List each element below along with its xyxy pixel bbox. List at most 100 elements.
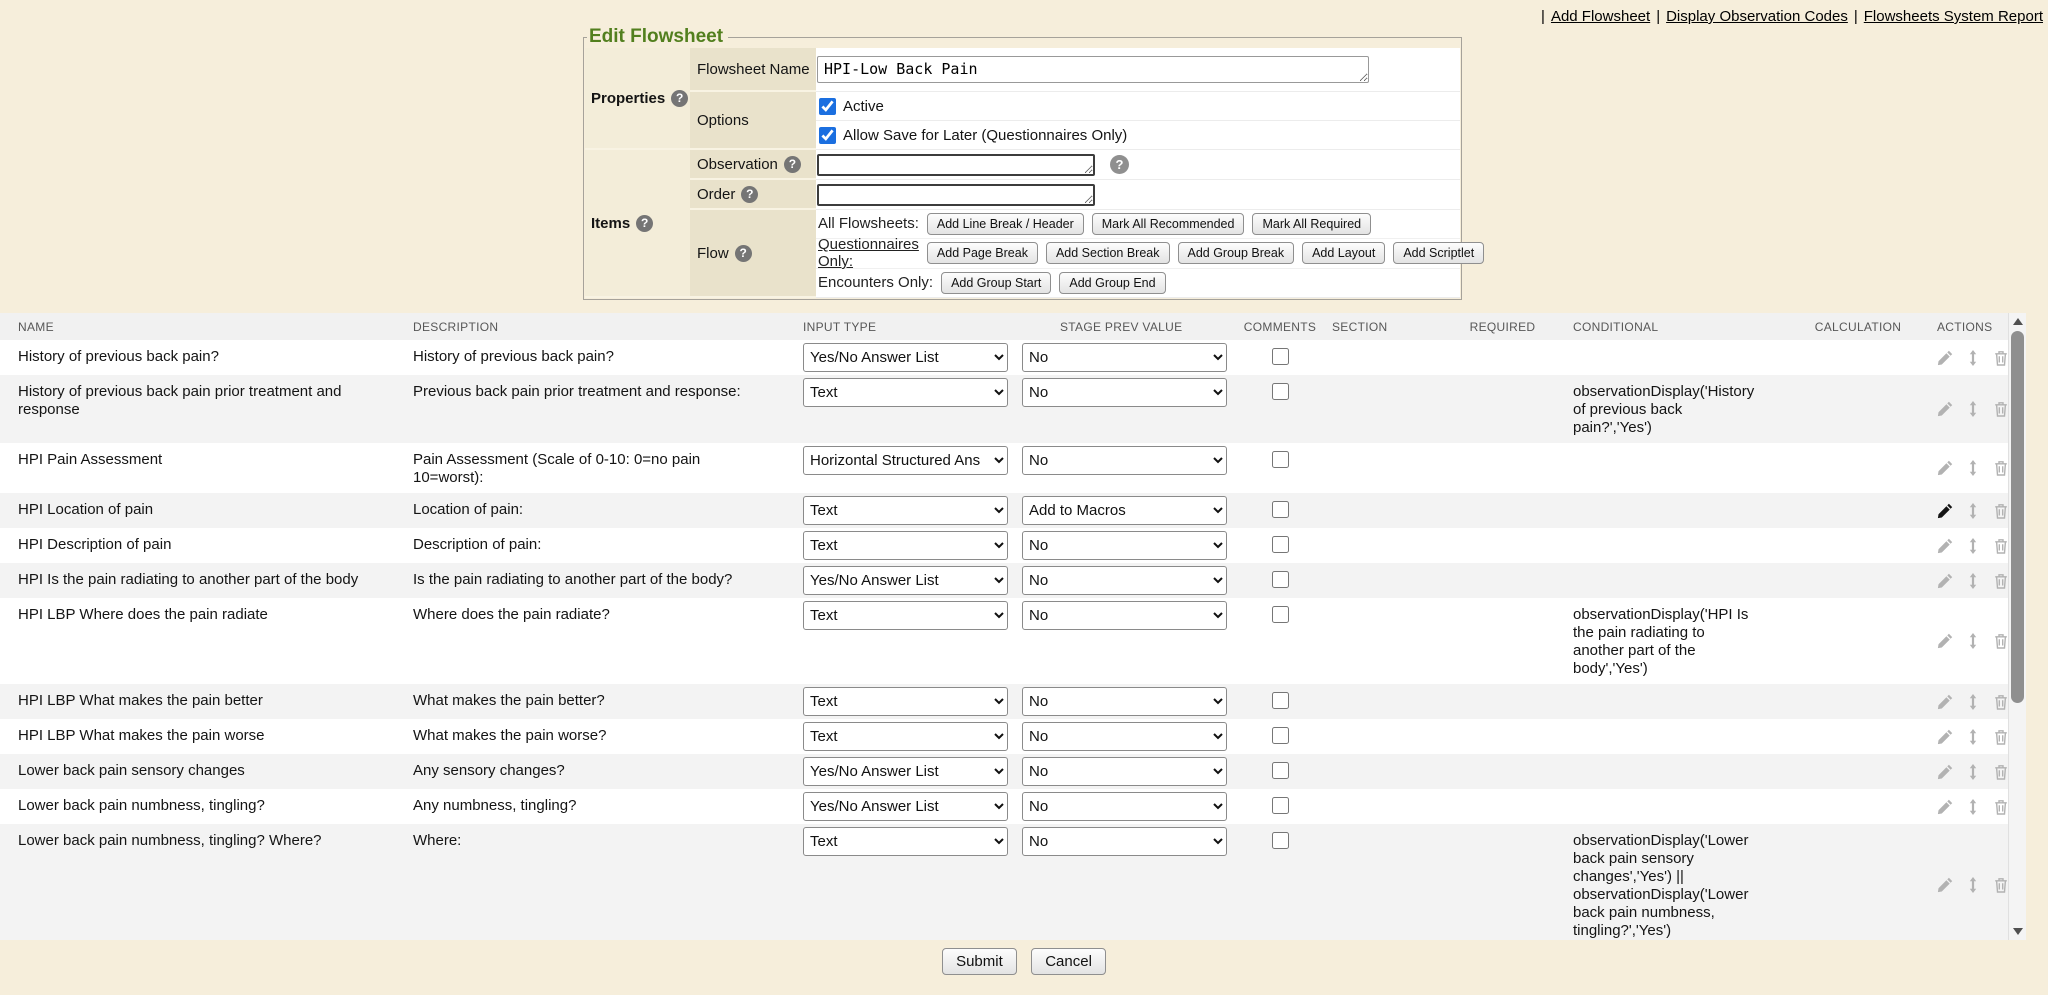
input-type-select[interactable]: Text <box>803 496 1008 525</box>
input-type-select[interactable]: Yes/No Answer List <box>803 792 1008 821</box>
input-type-select[interactable]: Yes/No Answer List <box>803 757 1008 786</box>
input-type-select[interactable]: Horizontal Structured Ans <box>803 446 1008 475</box>
allow-save-checkbox[interactable] <box>819 127 836 144</box>
stage-prev-value-select[interactable]: No <box>1022 827 1227 856</box>
move-icon[interactable] <box>1965 729 1981 745</box>
input-type-select[interactable]: Text <box>803 531 1008 560</box>
delete-icon[interactable] <box>1993 694 2009 710</box>
flow-action-button[interactable]: Add Scriptlet <box>1393 242 1484 264</box>
input-type-select[interactable]: Text <box>803 827 1008 856</box>
move-icon[interactable] <box>1965 460 1981 476</box>
stage-prev-value-select[interactable]: No <box>1022 446 1227 475</box>
stage-prev-value-select[interactable]: No <box>1022 378 1227 407</box>
edit-icon[interactable] <box>1937 460 1953 476</box>
stage-prev-value-select[interactable]: Add to Macros <box>1022 496 1227 525</box>
top-link[interactable]: Add Flowsheet <box>1551 8 1650 25</box>
comments-checkbox[interactable] <box>1272 536 1289 553</box>
delete-icon[interactable] <box>1993 401 2009 417</box>
help-icon[interactable]: ? <box>741 186 758 203</box>
stage-prev-value-select[interactable]: No <box>1022 566 1227 595</box>
scroll-up-button[interactable] <box>2009 313 2026 330</box>
edit-icon[interactable] <box>1937 764 1953 780</box>
comments-checkbox[interactable] <box>1272 383 1289 400</box>
input-type-select[interactable]: Text <box>803 601 1008 630</box>
scroll-down-button[interactable] <box>2009 923 2026 940</box>
delete-icon[interactable] <box>1993 538 2009 554</box>
order-input[interactable] <box>817 184 1095 206</box>
top-link[interactable]: Display Observation Codes <box>1666 8 1848 25</box>
comments-checkbox[interactable] <box>1272 727 1289 744</box>
edit-icon[interactable] <box>1937 401 1953 417</box>
move-icon[interactable] <box>1965 350 1981 366</box>
delete-icon[interactable] <box>1993 799 2009 815</box>
flow-action-button[interactable]: Add Group Start <box>941 272 1051 294</box>
flow-action-button[interactable]: Add Section Break <box>1046 242 1170 264</box>
stage-prev-value-select[interactable]: No <box>1022 792 1227 821</box>
edit-icon[interactable] <box>1937 350 1953 366</box>
delete-icon[interactable] <box>1993 503 2009 519</box>
help-icon[interactable]: ? <box>1110 155 1129 174</box>
delete-icon[interactable] <box>1993 350 2009 366</box>
move-icon[interactable] <box>1965 764 1981 780</box>
move-icon[interactable] <box>1965 694 1981 710</box>
move-icon[interactable] <box>1965 799 1981 815</box>
edit-icon[interactable] <box>1937 799 1953 815</box>
delete-icon[interactable] <box>1993 633 2009 649</box>
move-icon[interactable] <box>1965 633 1981 649</box>
delete-icon[interactable] <box>1993 877 2009 893</box>
vertical-scrollbar[interactable] <box>2008 313 2026 940</box>
input-type-select[interactable]: Yes/No Answer List <box>803 566 1008 595</box>
stage-prev-value-select[interactable]: No <box>1022 687 1227 716</box>
top-link[interactable]: Flowsheets System Report <box>1864 8 2043 25</box>
edit-icon[interactable] <box>1937 877 1953 893</box>
help-icon[interactable]: ? <box>735 245 752 262</box>
flow-action-button[interactable]: Add Group End <box>1059 272 1165 294</box>
delete-icon[interactable] <box>1993 460 2009 476</box>
edit-icon[interactable] <box>1937 694 1953 710</box>
observation-input[interactable] <box>817 154 1095 176</box>
delete-icon[interactable] <box>1993 764 2009 780</box>
stage-prev-value-select[interactable]: No <box>1022 531 1227 560</box>
edit-icon[interactable] <box>1937 633 1953 649</box>
help-icon[interactable]: ? <box>671 90 688 107</box>
cancel-button[interactable]: Cancel <box>1031 948 1106 975</box>
move-icon[interactable] <box>1965 503 1981 519</box>
move-icon[interactable] <box>1965 538 1981 554</box>
move-icon[interactable] <box>1965 401 1981 417</box>
comments-checkbox[interactable] <box>1272 571 1289 588</box>
stage-prev-value-select[interactable]: No <box>1022 757 1227 786</box>
stage-prev-value-select[interactable]: No <box>1022 601 1227 630</box>
edit-icon[interactable] <box>1937 573 1953 589</box>
help-icon[interactable]: ? <box>784 156 801 173</box>
input-type-select[interactable]: Yes/No Answer List <box>803 343 1008 372</box>
comments-checkbox[interactable] <box>1272 762 1289 779</box>
comments-checkbox[interactable] <box>1272 606 1289 623</box>
edit-icon[interactable] <box>1937 729 1953 745</box>
delete-icon[interactable] <box>1993 573 2009 589</box>
input-type-select[interactable]: Text <box>803 378 1008 407</box>
flow-action-button[interactable]: Add Line Break / Header <box>927 213 1084 235</box>
stage-prev-value-select[interactable]: No <box>1022 722 1227 751</box>
comments-checkbox[interactable] <box>1272 501 1289 518</box>
flow-action-button[interactable]: Add Page Break <box>927 242 1038 264</box>
comments-checkbox[interactable] <box>1272 692 1289 709</box>
comments-checkbox[interactable] <box>1272 451 1289 468</box>
active-checkbox[interactable] <box>819 98 836 115</box>
scrollbar-thumb[interactable] <box>2011 331 2024 703</box>
flow-action-button[interactable]: Mark All Recommended <box>1092 213 1245 235</box>
help-icon[interactable]: ? <box>636 215 653 232</box>
flow-action-button[interactable]: Add Group Break <box>1178 242 1295 264</box>
move-icon[interactable] <box>1965 877 1981 893</box>
input-type-select[interactable]: Text <box>803 687 1008 716</box>
edit-icon[interactable] <box>1937 503 1953 519</box>
delete-icon[interactable] <box>1993 729 2009 745</box>
flow-action-button[interactable]: Mark All Required <box>1252 213 1371 235</box>
comments-checkbox[interactable] <box>1272 832 1289 849</box>
comments-checkbox[interactable] <box>1272 348 1289 365</box>
edit-icon[interactable] <box>1937 538 1953 554</box>
comments-checkbox[interactable] <box>1272 797 1289 814</box>
submit-button[interactable]: Submit <box>942 948 1017 975</box>
stage-prev-value-select[interactable]: No <box>1022 343 1227 372</box>
flowsheet-name-input[interactable]: HPI-Low Back Pain <box>817 56 1369 83</box>
flow-action-button[interactable]: Add Layout <box>1302 242 1385 264</box>
